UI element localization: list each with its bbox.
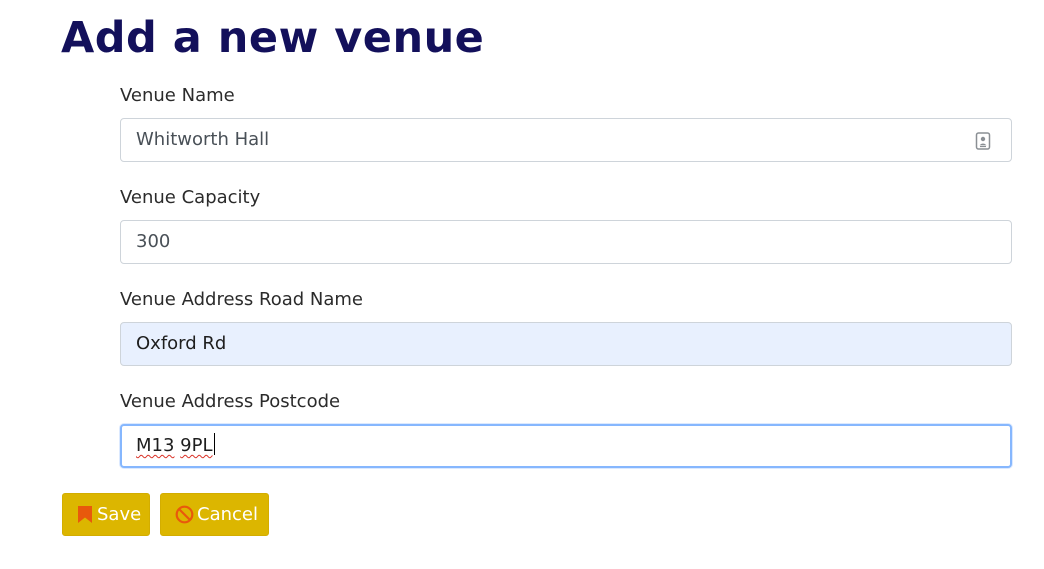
text-caret [213,433,215,455]
venue-capacity-value: 300 [136,231,171,252]
venue-postcode-label: Venue Address Postcode [120,391,341,412]
venue-postcode-value: M13 9PL [136,426,215,466]
save-button[interactable]: Save [62,493,150,536]
venue-road-name-value: Oxford Rd [136,333,227,354]
venue-capacity-input[interactable]: 300 [120,220,1012,264]
cancel-button[interactable]: Cancel [160,493,269,536]
venue-road-name-label: Venue Address Road Name [120,289,363,310]
venue-road-name-input[interactable]: Oxford Rd [120,322,1012,366]
cancel-button-label: Cancel [197,504,258,525]
contact-card-icon[interactable] [975,132,991,150]
venue-capacity-label: Venue Capacity [120,187,261,208]
venue-name-input[interactable]: Whitworth Hall [120,118,1012,162]
postcode-part-2: 9PL [180,435,213,456]
bookmark-icon [78,506,92,523]
venue-name-value: Whitworth Hall [136,129,270,150]
save-button-label: Save [97,504,142,525]
prohibited-icon [175,505,194,524]
venue-name-label: Venue Name [120,85,235,106]
venue-postcode-input[interactable]: M13 9PL [120,424,1012,468]
add-venue-page: Add a new venue Venue Name Whitworth Hal… [0,0,1044,569]
page-title: Add a new venue [61,13,485,63]
postcode-part-1: M13 [136,435,175,456]
